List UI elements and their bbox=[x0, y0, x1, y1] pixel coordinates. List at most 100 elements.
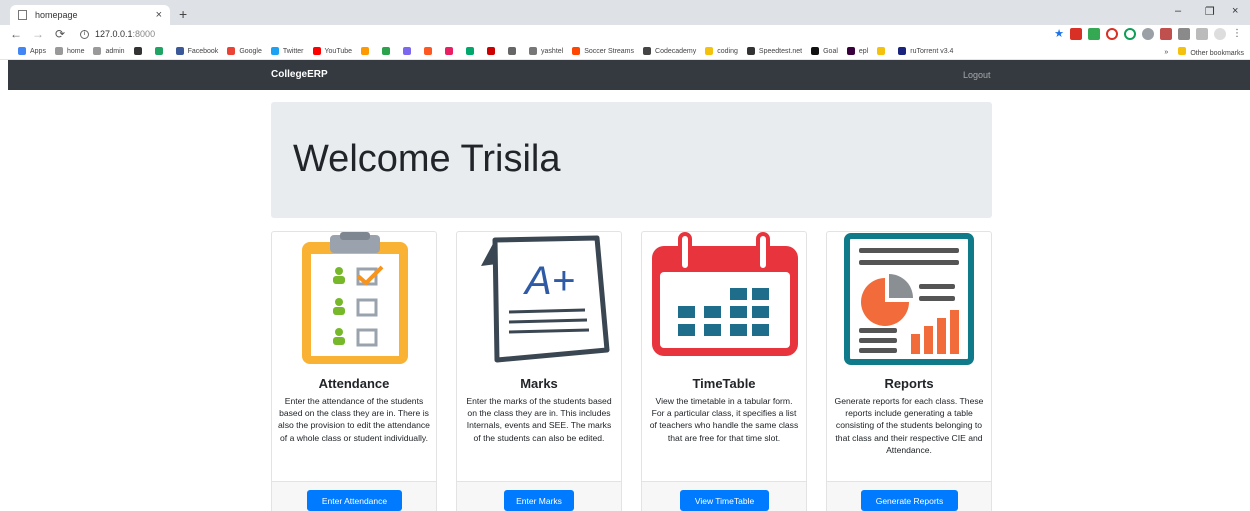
clipboard-checklist-icon bbox=[302, 232, 408, 364]
bookmark-item[interactable] bbox=[508, 47, 520, 55]
marks-card: A+ Marks Enter the marks of the students… bbox=[456, 231, 622, 511]
camera-extension-icon[interactable] bbox=[1160, 27, 1172, 40]
gray-extension-icon[interactable] bbox=[1142, 27, 1154, 40]
browser-tab[interactable]: homepage × bbox=[10, 5, 170, 25]
amazon-icon bbox=[361, 47, 370, 55]
bookmark-item[interactable]: Facebook bbox=[175, 47, 219, 55]
bookmark-item[interactable] bbox=[382, 47, 394, 55]
bookmark-item[interactable] bbox=[133, 47, 146, 55]
bookmark-label: Goal bbox=[823, 47, 838, 55]
bookmark-label: epl bbox=[858, 47, 869, 55]
reports-card: Reports Generate reports for each class.… bbox=[826, 231, 992, 511]
bookmark-item[interactable] bbox=[466, 47, 478, 55]
tab-title: homepage bbox=[35, 10, 78, 20]
bookmark-item[interactable] bbox=[445, 47, 457, 55]
app-navbar: CollegeERP Logout bbox=[8, 60, 1250, 90]
bookmark-item[interactable]: Twitter bbox=[270, 47, 304, 55]
bookmark-label: home bbox=[66, 47, 85, 55]
epl-icon bbox=[846, 47, 855, 55]
info-icon[interactable]: i bbox=[80, 29, 89, 39]
new-tab-button[interactable]: + bbox=[179, 6, 187, 22]
chat-icon bbox=[403, 47, 412, 55]
bookmark-item[interactable] bbox=[154, 47, 167, 55]
bookmark-item[interactable]: Goal bbox=[811, 47, 838, 55]
back-arrow-icon[interactable]: ← bbox=[10, 27, 22, 41]
brand-link[interactable]: CollegeERP bbox=[271, 69, 328, 80]
bookmark-item[interactable]: ruTorrent v3.4 bbox=[898, 47, 953, 55]
opera-extension-icon[interactable] bbox=[1106, 27, 1118, 40]
minimize-button[interactable]: – bbox=[1175, 5, 1181, 17]
generate-reports-button[interactable]: Generate Reports bbox=[861, 490, 958, 511]
bookmark-label: yashtel bbox=[541, 47, 564, 55]
bookmark-label: Codecademy bbox=[655, 47, 697, 55]
bookmark-item[interactable]: Speedtest.net bbox=[746, 47, 803, 55]
url-port: :8000 bbox=[132, 29, 156, 39]
bookmark-label: Google bbox=[239, 47, 262, 55]
extensions-area: ★ ⋮ bbox=[1054, 27, 1242, 40]
bookmark-item[interactable]: admin bbox=[93, 47, 125, 55]
speedtest-icon bbox=[746, 47, 755, 55]
google-icon bbox=[227, 47, 236, 55]
square-icon bbox=[133, 47, 142, 55]
address-bar[interactable]: i 127.0.0.1:8000 bbox=[80, 29, 155, 39]
bookmark-item[interactable]: Soccer Streams bbox=[572, 47, 634, 55]
gmail-extension-icon[interactable] bbox=[1070, 27, 1082, 40]
bookmark-item[interactable] bbox=[403, 47, 415, 55]
other-bookmarks-label: Other bookmarks bbox=[1190, 50, 1244, 57]
menu-dots-icon[interactable]: ⋮ bbox=[1232, 28, 1242, 39]
youtube-icon bbox=[312, 47, 321, 55]
picture-extension-icon[interactable] bbox=[1178, 27, 1190, 40]
bookmark-label: coding bbox=[717, 47, 738, 55]
view-timetable-button[interactable]: View TimeTable bbox=[680, 490, 769, 511]
page-icon bbox=[93, 47, 102, 55]
card-footer: View TimeTable bbox=[642, 481, 806, 511]
grid-extension-icon[interactable] bbox=[1088, 27, 1100, 40]
note-extension-icon[interactable] bbox=[1196, 27, 1208, 40]
restore-button[interactable]: ❐ bbox=[1205, 5, 1215, 18]
bookmark-item[interactable] bbox=[487, 47, 499, 55]
graded-paper-icon: A+ bbox=[481, 235, 610, 363]
bookmark-item[interactable]: yashtel bbox=[529, 47, 563, 55]
card-text: View the timetable in a tabular form. Fo… bbox=[649, 396, 799, 443]
bookmark-item[interactable]: Apps bbox=[18, 47, 46, 55]
forward-arrow-icon[interactable]: → bbox=[32, 27, 44, 41]
grade-text: A+ bbox=[523, 259, 575, 303]
bookmarks-bar: Apps home admin Facebook Google Twitter YouTub… bbox=[0, 43, 1250, 60]
other-bookmarks-folder[interactable]: Other bookmarks bbox=[1178, 47, 1244, 57]
bookmark-star-icon[interactable]: ★ bbox=[1054, 27, 1064, 40]
reload-icon[interactable]: ⟳ bbox=[54, 27, 66, 41]
bookmark-item[interactable]: Google bbox=[227, 47, 262, 55]
close-window-button[interactable]: × bbox=[1232, 5, 1238, 17]
bookmark-item[interactable]: Codecademy bbox=[643, 47, 696, 55]
bookmark-item[interactable] bbox=[877, 47, 889, 55]
bookmark-item[interactable] bbox=[424, 47, 436, 55]
welcome-jumbotron: Welcome Trisila bbox=[271, 102, 992, 218]
bookmark-label: Facebook bbox=[187, 47, 219, 55]
card-text: Enter the attendance of the students bas… bbox=[278, 396, 430, 443]
ghost-icon bbox=[424, 47, 433, 55]
link-icon bbox=[445, 47, 454, 55]
card-footer: Generate Reports bbox=[827, 481, 991, 511]
card-title: TimeTable bbox=[692, 376, 756, 391]
bookmark-item[interactable] bbox=[361, 47, 373, 55]
bookmark-item[interactable]: YouTube bbox=[312, 47, 352, 55]
bookmark-item[interactable]: coding bbox=[705, 47, 738, 55]
goal-icon bbox=[811, 47, 820, 55]
logout-link[interactable]: Logout bbox=[963, 70, 991, 80]
folder-icon bbox=[877, 47, 886, 55]
bookmark-item[interactable]: epl bbox=[846, 47, 869, 55]
bookmark-label: Speedtest.net bbox=[758, 47, 803, 55]
more-bookmarks-button[interactable]: » bbox=[1164, 49, 1168, 56]
enter-attendance-button[interactable]: Enter Attendance bbox=[307, 490, 402, 511]
bookmark-item[interactable]: home bbox=[54, 47, 85, 55]
calendar-icon bbox=[652, 232, 798, 356]
folder-icon bbox=[705, 47, 714, 55]
tab-close-icon[interactable]: × bbox=[156, 9, 162, 21]
enter-marks-button[interactable]: Enter Marks bbox=[504, 490, 574, 511]
profile-avatar-icon[interactable] bbox=[1214, 27, 1226, 40]
circle-icon bbox=[382, 47, 391, 55]
card-text: Generate reports for each class. These r… bbox=[834, 396, 984, 455]
drive-icon bbox=[154, 47, 163, 55]
ring-extension-icon[interactable] bbox=[1124, 27, 1136, 40]
bookmark-label: admin bbox=[105, 47, 125, 55]
